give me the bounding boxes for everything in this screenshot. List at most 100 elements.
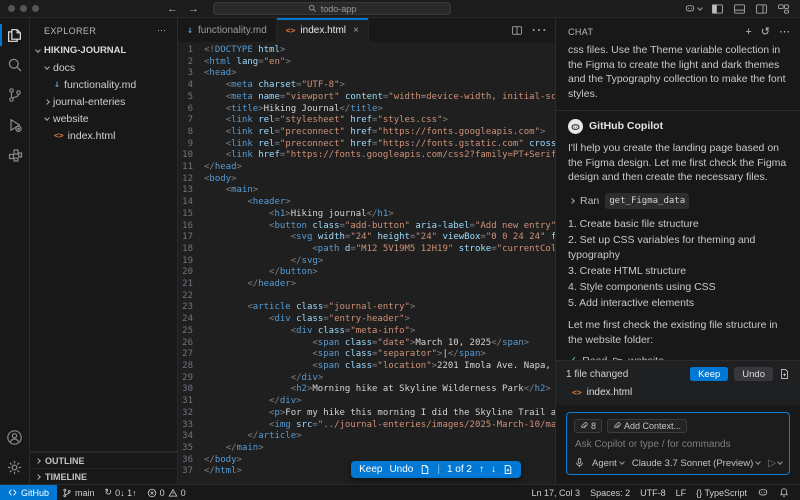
mode-label: Agent <box>592 458 617 469</box>
errors-icon <box>147 488 157 498</box>
tabs-bar: ↓ functionality.md <> index.html × ⋯ <box>178 18 555 42</box>
explorer-more-actions[interactable]: ⋯ <box>157 25 167 36</box>
add-context-button[interactable]: Add Context... <box>607 419 687 433</box>
tree-item-docs[interactable]: docs <box>30 59 177 76</box>
command-center-search[interactable]: todo-app <box>213 2 451 15</box>
window-controls[interactable] <box>0 5 47 12</box>
code-line: 1<!DOCTYPE html> <box>178 45 555 57</box>
explorer-sidebar: EXPLORER ⋯ HIKING-JOURNAL docs↓functiona… <box>30 18 178 484</box>
previous-change-button[interactable]: ↑ <box>479 464 484 475</box>
sync-status[interactable]: ↻ 0↓ 1↑ <box>100 487 142 498</box>
nav-back-button[interactable]: ← <box>167 3 178 15</box>
line-number: 16 <box>178 221 204 233</box>
add-context-label: Add Context... <box>624 421 681 431</box>
line-number: 31 <box>178 396 204 408</box>
language-mode[interactable]: {} TypeScript <box>691 488 752 498</box>
sync-counts: 0↓ 1↑ <box>115 488 137 498</box>
tab-functionality-md[interactable]: ↓ functionality.md <box>178 18 277 42</box>
code-editor[interactable]: 1<!DOCTYPE html>2<html lang="en">3<head>… <box>178 42 555 484</box>
tree-item-index.html[interactable]: <>index.html <box>30 127 177 144</box>
close-window-button[interactable] <box>8 5 15 12</box>
copilot-status-icon[interactable] <box>752 487 774 498</box>
timeline-section[interactable]: TIMELINE <box>30 468 177 484</box>
run-debug-icon[interactable] <box>0 110 30 140</box>
code-line: 29 </div> <box>178 373 555 385</box>
view-changes-icon[interactable] <box>779 368 790 380</box>
toggle-secondary-sidebar-icon[interactable] <box>755 3 768 15</box>
line-number: 19 <box>178 256 204 268</box>
divider: | <box>437 464 440 475</box>
eol-status[interactable]: LF <box>671 488 692 498</box>
changed-file-row[interactable]: <> index.html <box>572 387 790 398</box>
model-selector[interactable]: Claude 3.7 Sonnet (Preview) <box>632 458 760 469</box>
keep-change-button[interactable]: Keep <box>359 464 382 475</box>
line-number: 27 <box>178 349 204 361</box>
indentation-status[interactable]: Spaces: 2 <box>585 488 635 498</box>
code-line: 3<head> <box>178 68 555 80</box>
plan-step: 3. Create HTML structure <box>568 264 788 279</box>
notifications-bell-icon[interactable] <box>774 487 794 498</box>
customize-layout-icon[interactable] <box>777 3 790 15</box>
microphone-icon[interactable] <box>574 457 585 469</box>
tree-item-label: functionality.md <box>64 79 136 91</box>
git-branch-status[interactable]: main <box>57 488 100 498</box>
undo-change-button[interactable]: Undo <box>389 464 413 475</box>
send-button[interactable]: ▷ <box>768 458 782 469</box>
chat-input-placeholder[interactable]: Ask Copilot or type / for commands <box>575 439 782 450</box>
toggle-sidebar-icon[interactable] <box>711 3 724 15</box>
copilot-menu-button[interactable] <box>684 3 702 14</box>
file-icon <box>420 464 430 475</box>
nav-forward-button[interactable]: → <box>188 3 199 15</box>
split-editor-icon[interactable] <box>511 25 523 36</box>
line-number: 22 <box>178 291 204 303</box>
settings-gear-icon[interactable] <box>0 452 30 482</box>
chevron-down-icon <box>777 459 783 465</box>
tree-item-functionality.md[interactable]: ↓functionality.md <box>30 76 177 93</box>
cursor-position[interactable]: Ln 17, Col 3 <box>527 488 586 498</box>
code-line: 20 </button> <box>178 267 555 279</box>
chat-input-box[interactable]: 8 Add Context... Ask Copilot or type / f… <box>566 412 790 475</box>
git-branch-icon <box>62 488 72 498</box>
encoding-status[interactable]: UTF-8 <box>635 488 671 498</box>
line-number: 5 <box>178 92 204 104</box>
line-number: 26 <box>178 338 204 350</box>
line-number: 1 <box>178 45 204 57</box>
code-line: 13 <main> <box>178 185 555 197</box>
search-value: todo-app <box>321 4 357 14</box>
attachments-chip[interactable]: 8 <box>574 419 602 433</box>
chat-more-actions[interactable]: ⋯ <box>779 25 790 38</box>
explorer-view-icon[interactable] <box>0 20 30 50</box>
chevron-down-icon <box>35 47 41 53</box>
next-change-button[interactable]: ↓ <box>491 464 496 475</box>
file-plus-icon[interactable] <box>503 464 513 475</box>
outline-section[interactable]: OUTLINE <box>30 452 177 468</box>
remote-indicator[interactable]: GitHub <box>0 485 57 500</box>
line-number: 30 <box>178 384 204 396</box>
extensions-icon[interactable] <box>0 140 30 170</box>
close-tab-icon[interactable]: × <box>353 25 359 36</box>
search-view-icon[interactable] <box>0 50 30 80</box>
toggle-panel-icon[interactable] <box>733 3 746 15</box>
account-icon[interactable] <box>0 422 30 452</box>
problems-status[interactable]: 0 0 <box>142 488 191 498</box>
minimize-window-button[interactable] <box>20 5 27 12</box>
new-chat-icon[interactable]: + <box>745 26 751 38</box>
code-line: 18 <path d="M12 5V19M5 12H19" stroke="cu… <box>178 244 555 256</box>
warnings-count: 0 <box>181 488 186 498</box>
code-line: 24 <div class="entry-header"> <box>178 314 555 326</box>
mode-selector[interactable]: Agent <box>592 458 624 469</box>
model-label: Claude 3.7 Sonnet (Preview) <box>632 458 753 469</box>
tab-index-html[interactable]: <> index.html × <box>277 18 369 42</box>
tree-root[interactable]: HIKING-JOURNAL <box>30 42 177 59</box>
keep-all-button[interactable]: Keep <box>690 367 728 381</box>
maximize-window-button[interactable] <box>32 5 39 12</box>
undo-all-button[interactable]: Undo <box>734 367 773 381</box>
chat-history-icon[interactable]: ↺ <box>761 25 770 38</box>
tree-item-website[interactable]: website <box>30 110 177 127</box>
source-control-icon[interactable] <box>0 80 30 110</box>
editor-group: ↓ functionality.md <> index.html × ⋯ 1<!… <box>178 18 555 484</box>
tree-item-journal-enteries[interactable]: journal-enteries <box>30 93 177 110</box>
code-line: 14 <header> <box>178 197 555 209</box>
tool-call-row[interactable]: Ran get_Figma_data <box>570 193 788 210</box>
editor-more-actions[interactable]: ⋯ <box>531 20 547 40</box>
